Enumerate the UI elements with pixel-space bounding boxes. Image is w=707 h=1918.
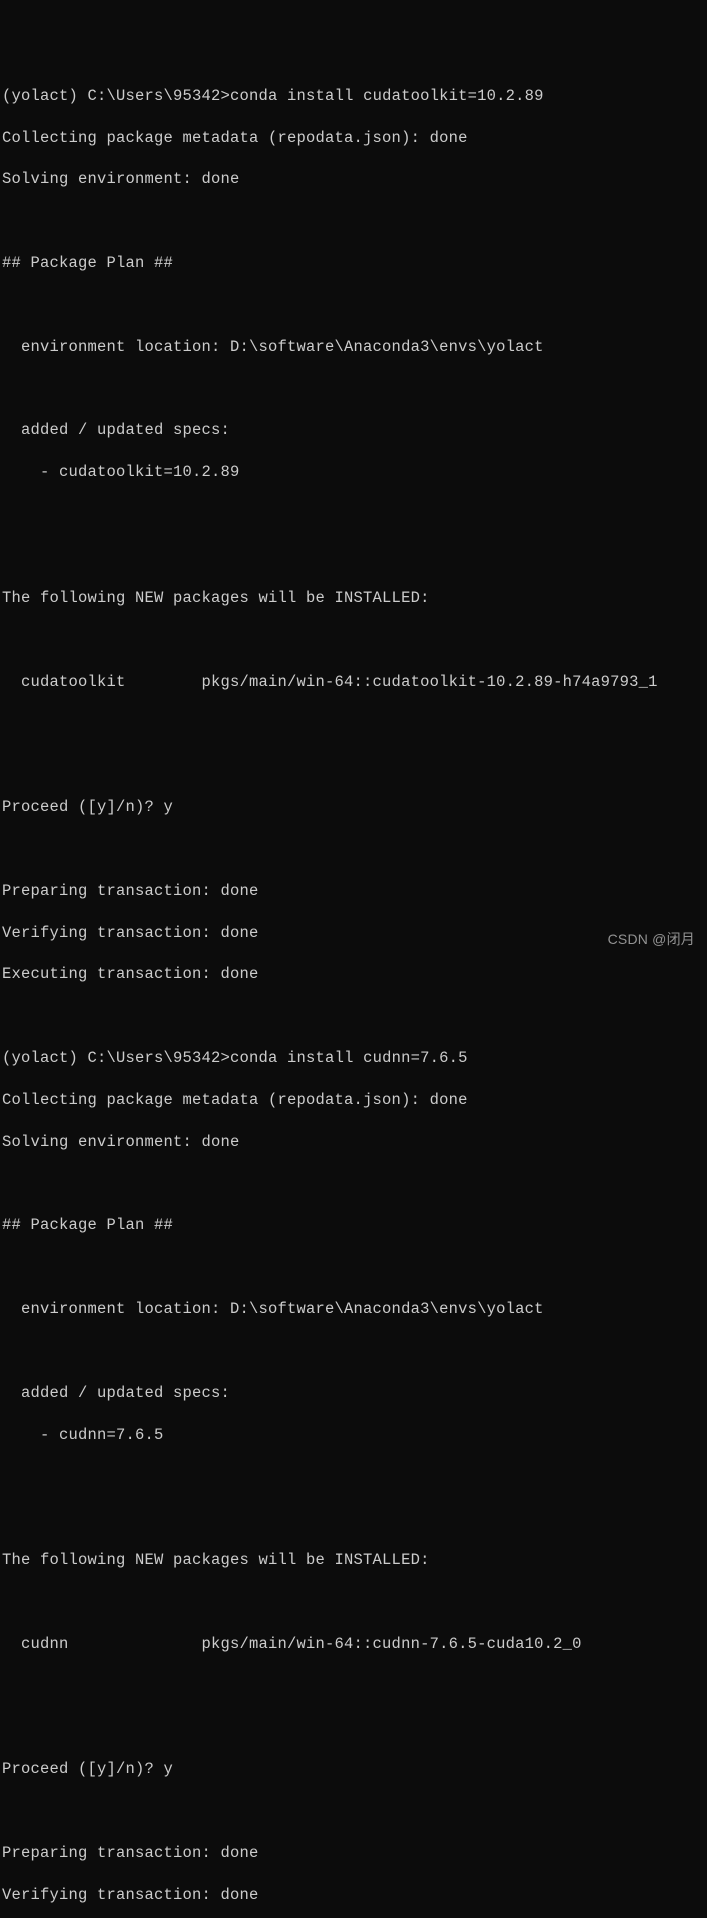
package-line: cudatoolkit pkgs/main/win-64::cudatoolki… bbox=[2, 672, 707, 693]
blank-line bbox=[2, 630, 707, 651]
blank-line bbox=[2, 755, 707, 776]
output-line: Collecting package metadata (repodata.js… bbox=[2, 128, 707, 149]
command-text: conda install cudatoolkit=10.2.89 bbox=[230, 87, 544, 105]
blank-line bbox=[2, 713, 707, 734]
blank-line bbox=[2, 379, 707, 400]
proceed-prompt[interactable]: Proceed ([y]/n)? y bbox=[2, 1759, 707, 1780]
executing-line: Executing transaction: done bbox=[2, 964, 707, 985]
preparing-line: Preparing transaction: done bbox=[2, 881, 707, 902]
blank-line bbox=[2, 1592, 707, 1613]
env-location: environment location: D:\software\Anacon… bbox=[2, 1299, 707, 1320]
proceed-text: Proceed ([y]/n)? bbox=[2, 798, 164, 816]
prompt-line-2[interactable]: (yolact) C:\Users\95342>conda install cu… bbox=[2, 1048, 707, 1069]
blank-line bbox=[2, 839, 707, 860]
output-line: Solving environment: done bbox=[2, 1132, 707, 1153]
csdn-watermark: CSDN @闭月 bbox=[608, 930, 695, 949]
shell-prompt: (yolact) C:\Users\95342> bbox=[2, 87, 230, 105]
proceed-answer: y bbox=[164, 1760, 174, 1778]
proceed-prompt[interactable]: Proceed ([y]/n)? y bbox=[2, 797, 707, 818]
blank-line bbox=[2, 1718, 707, 1739]
proceed-answer: y bbox=[164, 798, 174, 816]
verifying-line: Verifying transaction: done bbox=[2, 923, 707, 944]
blank-line bbox=[2, 295, 707, 316]
new-packages-header: The following NEW packages will be INSTA… bbox=[2, 588, 707, 609]
blank-line bbox=[2, 1508, 707, 1529]
spec-item: - cudnn=7.6.5 bbox=[2, 1425, 707, 1446]
output-line: Collecting package metadata (repodata.js… bbox=[2, 1090, 707, 1111]
blank-line bbox=[2, 1801, 707, 1822]
blank-line bbox=[2, 211, 707, 232]
prompt-line-1[interactable]: (yolact) C:\Users\95342>conda install cu… bbox=[2, 86, 707, 107]
plan-header: ## Package Plan ## bbox=[2, 1215, 707, 1236]
blank-line bbox=[2, 1467, 707, 1488]
specs-header: added / updated specs: bbox=[2, 420, 707, 441]
blank-line bbox=[2, 1006, 707, 1027]
proceed-text: Proceed ([y]/n)? bbox=[2, 1760, 164, 1778]
blank-line bbox=[2, 1676, 707, 1697]
output-line: Solving environment: done bbox=[2, 169, 707, 190]
blank-line bbox=[2, 1174, 707, 1195]
command-text: conda install cudnn=7.6.5 bbox=[230, 1049, 468, 1067]
new-packages-header: The following NEW packages will be INSTA… bbox=[2, 1550, 707, 1571]
blank-line bbox=[2, 1257, 707, 1278]
package-line: cudnn pkgs/main/win-64::cudnn-7.6.5-cuda… bbox=[2, 1634, 707, 1655]
spec-item: - cudatoolkit=10.2.89 bbox=[2, 462, 707, 483]
preparing-line: Preparing transaction: done bbox=[2, 1843, 707, 1864]
shell-prompt: (yolact) C:\Users\95342> bbox=[2, 1049, 230, 1067]
blank-line bbox=[2, 504, 707, 525]
blank-line bbox=[2, 546, 707, 567]
specs-header: added / updated specs: bbox=[2, 1383, 707, 1404]
env-location: environment location: D:\software\Anacon… bbox=[2, 337, 707, 358]
blank-line bbox=[2, 1341, 707, 1362]
verifying-line: Verifying transaction: done bbox=[2, 1885, 707, 1906]
plan-header: ## Package Plan ## bbox=[2, 253, 707, 274]
